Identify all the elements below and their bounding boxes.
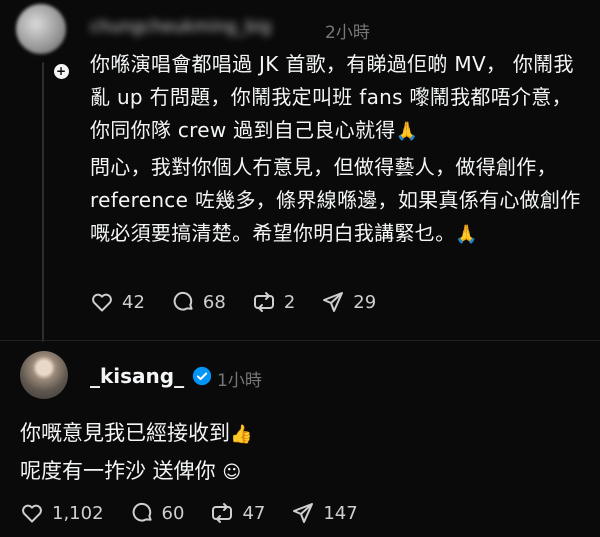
like-count: 1,102: [52, 502, 104, 524]
repost-icon: [212, 503, 233, 523]
like-button[interactable]: 1,102: [20, 501, 104, 525]
heart-icon: [92, 293, 112, 312]
comment-bubble-icon: [173, 291, 193, 311]
plus-icon: +: [53, 63, 69, 79]
share-button[interactable]: 29: [321, 290, 376, 314]
comment-count: 60: [161, 502, 185, 524]
action-bar: 42 68 2 29: [90, 289, 402, 315]
verified-badge-icon: [192, 366, 212, 386]
comment-count: 68: [202, 291, 226, 313]
reply-line-text: 你嘅意見我已經接收到: [20, 421, 230, 445]
repost-button[interactable]: 2: [252, 290, 295, 314]
follow-badge[interactable]: +: [50, 60, 72, 82]
comment-paragraph-text: 問心，我對你個人冇意見，但做得藝人，做得創作， reference 咗幾多，條界…: [90, 155, 581, 245]
emoji: 🙏: [395, 121, 419, 142]
reply-line: 呢度有一拃沙 送俾你 ☺: [20, 453, 252, 491]
comment-button[interactable]: 60: [130, 501, 185, 525]
like-count: 42: [122, 291, 145, 313]
repost-icon: [253, 292, 274, 312]
share-button[interactable]: 147: [291, 501, 358, 525]
action-bar: 1,102 60 47 147: [20, 500, 384, 526]
thread-line: [42, 62, 44, 342]
avatar[interactable]: [16, 4, 66, 54]
share-count: 147: [323, 502, 358, 524]
reply-body: 你嘅意見我已經接收到👍 呢度有一拃沙 送俾你 ☺: [20, 415, 252, 491]
comment-paragraph: 問心，我對你個人冇意見，但做得藝人，做得創作， reference 咗幾多，條界…: [90, 151, 582, 251]
share-count: 29: [353, 291, 377, 313]
comment-paragraph: 你喺演唱會都唱過 JK 首歌，有睇過佢啲 MV， 你鬧我亂 up 冇問題，你鬧我…: [90, 48, 582, 148]
username[interactable]: chungcheukming_big: [90, 16, 271, 38]
comment-bubble-icon: [132, 502, 152, 522]
emoji: 👍: [230, 424, 253, 445]
avatar[interactable]: [20, 351, 68, 399]
timestamp: 2小時: [325, 23, 370, 43]
repost-count: 2: [283, 291, 296, 313]
emoji: 🙏: [455, 224, 479, 245]
username[interactable]: _kisang_: [90, 364, 184, 388]
emoji: ☺: [222, 462, 242, 483]
repost-count: 47: [242, 502, 266, 524]
comment-button[interactable]: 68: [171, 290, 226, 314]
repost-button[interactable]: 47: [210, 501, 265, 525]
send-icon: [323, 292, 344, 312]
send-icon: [293, 503, 314, 523]
reply-line: 你嘅意見我已經接收到👍: [20, 415, 252, 453]
heart-icon: [22, 504, 42, 523]
reply-line-text: 呢度有一拃沙 送俾你: [20, 459, 216, 483]
comment-body: 你喺演唱會都唱過 JK 首歌，有睇過佢啲 MV， 你鬧我亂 up 冇問題，你鬧我…: [90, 48, 582, 251]
timestamp: 1小時: [217, 371, 262, 391]
divider: [0, 340, 600, 341]
comment-paragraph-text: 你喺演唱會都唱過 JK 首歌，有睇過佢啲 MV， 你鬧我亂 up 冇問題，你鬧我…: [90, 52, 574, 142]
like-button[interactable]: 42: [90, 290, 145, 314]
